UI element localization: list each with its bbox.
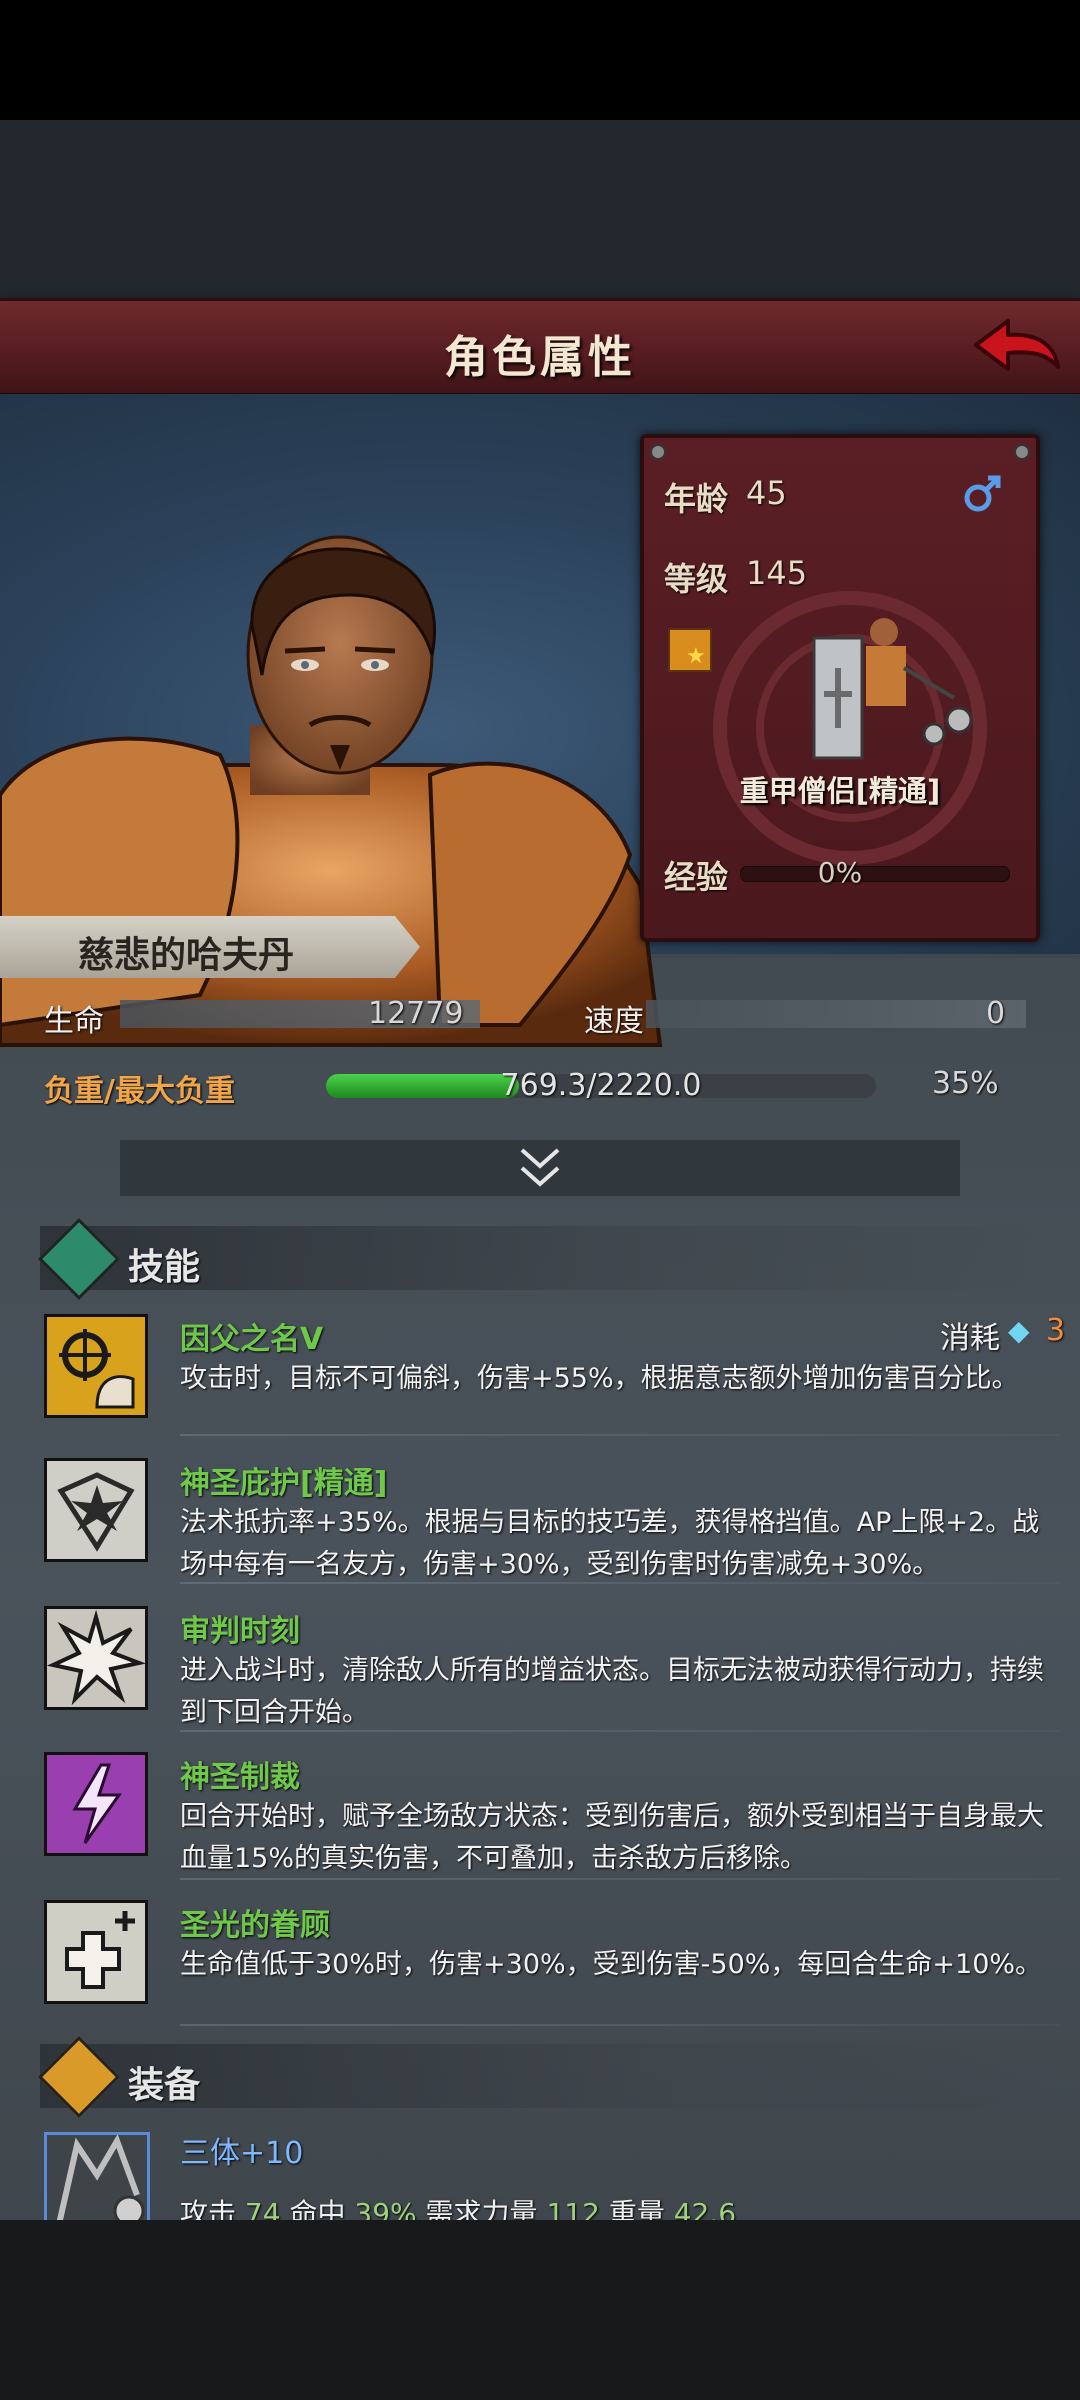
- equipment-name[interactable]: 三体+10: [180, 2128, 303, 2172]
- class-name: 重甲僧侣[精通]: [739, 774, 941, 808]
- skill-name: 因父之名V: [180, 1322, 324, 1357]
- rivet: [650, 444, 666, 460]
- skill-item[interactable]: 审判时刻 进入战斗时，清除敌人所有的增益状态。目标无法被动获得行动力，持续到下回…: [40, 1606, 1050, 1728]
- navigation-bar: [0, 2220, 1080, 2400]
- chevron-down-icon: [520, 1148, 560, 1187]
- skill-item[interactable]: 圣光的眷顾 生命值低于30%时，伤害+30%，受到伤害-50%，每回合生命+10…: [40, 1900, 1050, 2020]
- equipment-section-title: 装备: [128, 2065, 201, 2106]
- divider: [180, 1582, 1060, 1584]
- back-button[interactable]: [968, 315, 1064, 381]
- skill-name: 圣光的眷顾: [180, 1908, 330, 1943]
- shield-burst-icon: [44, 1458, 148, 1562]
- speed-label: 速度: [584, 1004, 644, 1039]
- rank-badge-icon: ★: [668, 628, 712, 672]
- divider: [180, 1434, 1060, 1436]
- hero-name: 慈悲的哈夫丹: [78, 935, 295, 976]
- skill-description: 进入战斗时，清除敌人所有的增益状态。目标无法被动获得行动力，持续到下回合开始。: [180, 1655, 1044, 1728]
- lightning-bolt-icon: [44, 1752, 148, 1856]
- age-label: 年龄: [664, 480, 729, 518]
- speed-value: 0: [986, 996, 1006, 1031]
- skill-item[interactable]: 神圣制裁 回合开始时，赋予全场敌方状态：受到伤害后，额外受到相当于自身最大血量1…: [40, 1752, 1050, 1874]
- hero-name-plate: 慈悲的哈夫丹: [0, 916, 420, 978]
- title-banner: 角色属性: [0, 298, 1080, 397]
- rivet: [1014, 444, 1030, 460]
- hp-value: 12779: [368, 996, 464, 1031]
- divider: [180, 1730, 1060, 1732]
- skill-item[interactable]: 因父之名V 攻击时，目标不可偏斜，伤害+55%，根据意志额外增加伤害百分比。: [40, 1314, 1050, 1434]
- explosion-icon: [44, 1606, 148, 1710]
- age-value: 45: [746, 474, 787, 512]
- weight-percent: 35%: [932, 1066, 999, 1101]
- male-icon: [964, 475, 1001, 512]
- hp-label: 生命: [44, 1004, 104, 1039]
- skills-section-title: 技能: [128, 1247, 201, 1288]
- system-status-bar: [0, 0, 1080, 120]
- skill-name: 神圣制裁: [180, 1760, 300, 1795]
- skill-description: 法术抵抗率+35%。根据与目标的技巧差，获得格挡值。AP上限+2。战场中每有一名…: [180, 1507, 1040, 1580]
- weight-bar: 769.3/2220.0: [326, 1068, 876, 1103]
- skills-section-icon: [37, 1217, 121, 1301]
- weight-value: 769.3/2220.0: [500, 1068, 702, 1103]
- skill-name: 神圣庇护[精通]: [180, 1466, 388, 1501]
- spiked-mace-icon: [54, 2134, 145, 2234]
- back-arrow-icon: [974, 319, 1060, 371]
- exp-value: 0%: [817, 856, 863, 889]
- hero-info-panel: 年龄 45 等级 145 ★ 重甲僧侣[精通] 经验 0%: [640, 434, 1040, 942]
- skill-description: 生命值低于30%时，伤害+30%，受到伤害-50%，每回合生命+10%。: [180, 1949, 1043, 1980]
- weight-label: 负重/最大负重: [44, 1074, 235, 1109]
- skill-name: 审判时刻: [180, 1614, 300, 1649]
- skill-description: 攻击时，目标不可偏斜，伤害+55%，根据意志额外增加伤害百分比。: [180, 1363, 1019, 1394]
- divider: [180, 1878, 1060, 1880]
- class-figure: [812, 618, 973, 760]
- divider: [180, 2024, 1060, 2026]
- holy-cross-plus-icon: [44, 1900, 148, 2004]
- equipment-section-header: 装备: [37, 2035, 1060, 2119]
- target-hand-icon: [44, 1314, 148, 1418]
- equipment-section-icon: [37, 2035, 121, 2119]
- expand-button[interactable]: [120, 1140, 960, 1196]
- skills-section-header: 技能: [37, 1217, 1060, 1301]
- skill-description: 回合开始时，赋予全场敌方状态：受到伤害后，额外受到相当于自身最大血量15%的真实…: [180, 1801, 1044, 1874]
- speed-bar: [646, 1000, 1026, 1028]
- page-title: 角色属性: [444, 332, 636, 383]
- star-icon: ★: [686, 644, 706, 669]
- skill-item[interactable]: 神圣庇护[精通] 法术抵抗率+35%。根据与目标的技巧差，获得格挡值。AP上限+…: [40, 1458, 1050, 1588]
